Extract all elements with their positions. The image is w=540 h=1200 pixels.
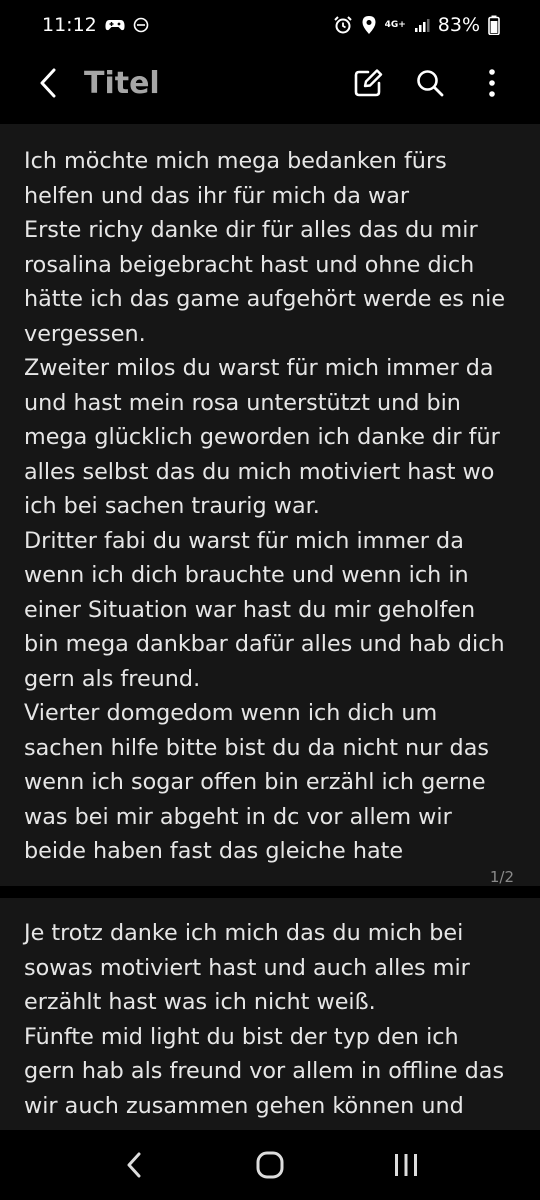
back-button[interactable] xyxy=(28,63,68,103)
status-bar: 11:12 4G+ 83% xyxy=(0,0,540,50)
do-not-disturb-icon xyxy=(133,17,149,33)
network-type: 4G+ xyxy=(384,19,406,30)
more-vert-icon xyxy=(489,69,495,97)
recent-apps-icon xyxy=(395,1154,417,1176)
nav-home-button[interactable] xyxy=(240,1135,300,1195)
note-page-2[interactable]: Je trotz danke ich mich das du mich bei … xyxy=(0,898,540,1130)
alarm-icon xyxy=(333,15,353,35)
home-icon xyxy=(256,1151,284,1179)
note-body-page-2[interactable]: Je trotz danke ich mich das du mich bei … xyxy=(24,916,520,1123)
game-controller-icon xyxy=(105,17,125,33)
battery-icon xyxy=(488,15,500,35)
battery-percentage: 83% xyxy=(437,14,480,36)
back-nav-icon xyxy=(127,1152,141,1178)
note-title[interactable]: Titel xyxy=(84,66,160,101)
search-icon xyxy=(417,70,444,97)
note-body-page-1[interactable]: Ich möchte mich mega bedanken fürs helfe… xyxy=(24,144,520,869)
status-time: 11:12 xyxy=(42,14,97,36)
edit-icon xyxy=(354,69,383,97)
note-page-1[interactable]: Ich möchte mich mega bedanken fürs helfe… xyxy=(0,124,540,886)
location-icon xyxy=(361,15,377,35)
status-left: 11:12 xyxy=(42,14,149,36)
edit-button[interactable] xyxy=(348,63,388,103)
page-indicator: 1/2 xyxy=(489,868,514,886)
more-options-button[interactable] xyxy=(472,63,512,103)
app-bar: Titel xyxy=(0,50,540,116)
nav-recents-button[interactable] xyxy=(376,1135,436,1195)
nav-back-button[interactable] xyxy=(104,1135,164,1195)
navigation-bar xyxy=(0,1130,540,1200)
chevron-left-icon xyxy=(40,68,56,98)
status-right: 4G+ 83% xyxy=(333,14,500,36)
app-actions xyxy=(348,63,512,103)
search-button[interactable] xyxy=(410,63,450,103)
signal-icon xyxy=(414,17,430,33)
